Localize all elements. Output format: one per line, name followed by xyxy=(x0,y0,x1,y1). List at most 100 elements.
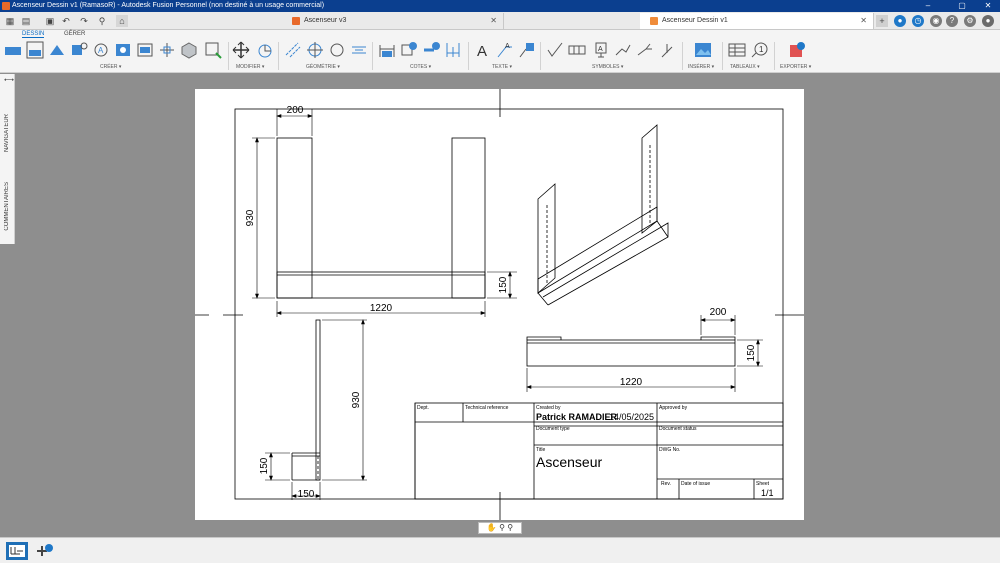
dim-top-total: 1220 xyxy=(620,377,643,388)
rotate-icon[interactable] xyxy=(256,41,274,59)
new-sheet-icon[interactable] xyxy=(36,543,54,559)
home-icon[interactable]: ⌂ xyxy=(116,15,128,27)
group-texte[interactable]: TEXTE ▾ xyxy=(492,64,512,70)
detail-view-icon[interactable] xyxy=(70,41,88,59)
section-view-icon[interactable] xyxy=(48,41,66,59)
front-view xyxy=(276,137,486,299)
side-panel: ⟷ NAVIGATEUR COMMENTAIRES xyxy=(0,74,15,244)
dim-side-height: 930 xyxy=(351,391,362,408)
tb-title-label: Title xyxy=(536,447,545,453)
group-tableaux[interactable]: TABLEAUX ▾ xyxy=(730,64,760,70)
move-icon[interactable] xyxy=(232,41,250,59)
base-view-icon[interactable] xyxy=(4,41,22,59)
group-symboles[interactable]: SYMBOLES ▾ xyxy=(592,64,623,70)
save-icon[interactable]: ▣ xyxy=(44,15,56,27)
tab-label: Ascenseur Dessin v1 xyxy=(662,17,728,24)
close-tab-icon[interactable]: ✕ xyxy=(490,13,497,29)
fusion-app-icon xyxy=(2,2,10,10)
weld-symbol-icon[interactable] xyxy=(614,41,632,59)
maximize-icon[interactable]: ▢ xyxy=(952,0,972,12)
center-mark-icon[interactable] xyxy=(158,41,176,59)
separator xyxy=(468,42,469,70)
separator xyxy=(682,42,683,70)
dim-top-width: 200 xyxy=(710,307,727,318)
move-view-icon[interactable] xyxy=(136,41,154,59)
group-geometrie[interactable]: GÉOMÉTRIE ▾ xyxy=(306,64,340,70)
separator xyxy=(722,42,723,70)
help-icon[interactable]: ? xyxy=(946,15,958,27)
3d-model-icon[interactable] xyxy=(180,41,198,59)
close-window-icon[interactable]: ✕ xyxy=(978,0,998,12)
crop-view-icon[interactable] xyxy=(114,41,132,59)
navigator-label[interactable]: NAVIGATEUR xyxy=(4,114,10,152)
new-tab-icon[interactable]: + xyxy=(876,15,888,27)
group-cotes[interactable]: COTES ▾ xyxy=(410,64,431,70)
edge-extension-icon[interactable] xyxy=(350,41,368,59)
dimension-icon[interactable] xyxy=(378,41,396,59)
group-exporter[interactable]: EXPORTER ▾ xyxy=(780,64,811,70)
chain-dimension-icon[interactable] xyxy=(444,41,462,59)
balloon-icon[interactable]: 1 xyxy=(750,41,768,59)
leader-text-icon[interactable]: A xyxy=(496,41,514,59)
insert-image-icon[interactable] xyxy=(694,41,712,59)
note-icon[interactable] xyxy=(518,41,536,59)
tb-dept-label: Dept. xyxy=(417,405,429,411)
tab-ascenseur-dessin[interactable]: Ascenseur Dessin v1 ✕ xyxy=(640,13,874,29)
comments-label[interactable]: COMMENTAIRES xyxy=(4,182,10,231)
user-avatar-icon[interactable]: ● xyxy=(982,15,994,27)
tb-date-issue-label: Date of issue xyxy=(681,481,710,487)
circle-icon[interactable] xyxy=(328,41,346,59)
baseline-dimension-icon[interactable] xyxy=(422,41,440,59)
redo-icon[interactable]: ↷ xyxy=(78,15,90,27)
datum-identifier-icon[interactable]: A xyxy=(592,41,610,59)
link-icon[interactable]: ⚲ xyxy=(96,15,108,27)
job-status-icon[interactable]: ◷ xyxy=(912,15,924,27)
tab-gerer[interactable]: GÉRER xyxy=(64,31,85,37)
center-mark-circle-icon[interactable] xyxy=(306,41,324,59)
taper-symbol-icon[interactable] xyxy=(636,41,654,59)
group-inserer[interactable]: INSÉRER ▾ xyxy=(688,64,714,70)
ordinate-dimension-icon[interactable] xyxy=(400,41,418,59)
separator xyxy=(774,42,775,70)
break-view-icon[interactable]: A xyxy=(92,41,110,59)
tab-ascenseur-v3[interactable]: Ascenseur v3 ✕ xyxy=(282,13,504,29)
window-title-bar: Ascenseur Dessin v1 (RamasoR) - Autodesk… xyxy=(0,0,1000,12)
status-bar xyxy=(0,537,1000,563)
surface-texture-icon[interactable] xyxy=(546,41,564,59)
drawing-sheet[interactable]: 200 930 1220 150 930 150 150 200 150 122… xyxy=(195,89,804,520)
group-modifier[interactable]: MODIFIER ▾ xyxy=(236,64,264,70)
side-view xyxy=(291,319,321,481)
undo-icon[interactable]: ↶ xyxy=(60,15,72,27)
sheet-thumbnail-icon[interactable] xyxy=(6,542,28,560)
tb-sheet-label: Sheet xyxy=(756,481,770,487)
centerline-icon[interactable] xyxy=(284,41,302,59)
collapse-icon[interactable]: ⟷ xyxy=(4,76,14,84)
dim-front-total: 1220 xyxy=(370,303,393,314)
notifications-icon[interactable]: ◉ xyxy=(930,15,942,27)
minimize-icon[interactable]: – xyxy=(918,0,938,12)
feature-control-frame-icon[interactable] xyxy=(568,41,586,59)
file-menu-icon[interactable]: ▤ xyxy=(20,15,32,27)
zoom-icon[interactable]: ⚲ xyxy=(499,523,505,532)
pan-icon[interactable]: ✋ xyxy=(487,523,497,532)
tb-created-date: 14/05/2025 xyxy=(609,412,654,422)
group-creer[interactable]: CRÉER ▾ xyxy=(100,64,121,70)
tb-doc-type-label: Document type xyxy=(536,426,570,432)
tb-sheet-value: 1/1 xyxy=(761,488,774,498)
sketch-icon[interactable] xyxy=(204,41,222,59)
window-title: Ascenseur Dessin v1 (RamasoR) - Autodesk… xyxy=(12,2,325,9)
app-grid-icon[interactable]: ▦ xyxy=(4,15,16,27)
text-icon[interactable]: A xyxy=(474,41,492,59)
projected-view-icon[interactable] xyxy=(26,41,44,59)
tab-dessin[interactable]: DESSIN xyxy=(22,31,45,38)
settings-icon[interactable]: ⚙ xyxy=(964,15,976,27)
edge-symbol-icon[interactable] xyxy=(658,41,676,59)
export-pdf-icon[interactable] xyxy=(788,41,806,59)
dim-side-base-h: 150 xyxy=(259,457,270,474)
table-icon[interactable] xyxy=(728,41,746,59)
tb-techref-label: Technical reference xyxy=(465,405,509,411)
separator xyxy=(540,42,541,70)
zoom-window-icon[interactable]: ⚲ xyxy=(507,523,513,532)
close-tab-icon[interactable]: ✕ xyxy=(860,13,867,29)
extensions-icon[interactable]: ● xyxy=(894,15,906,27)
